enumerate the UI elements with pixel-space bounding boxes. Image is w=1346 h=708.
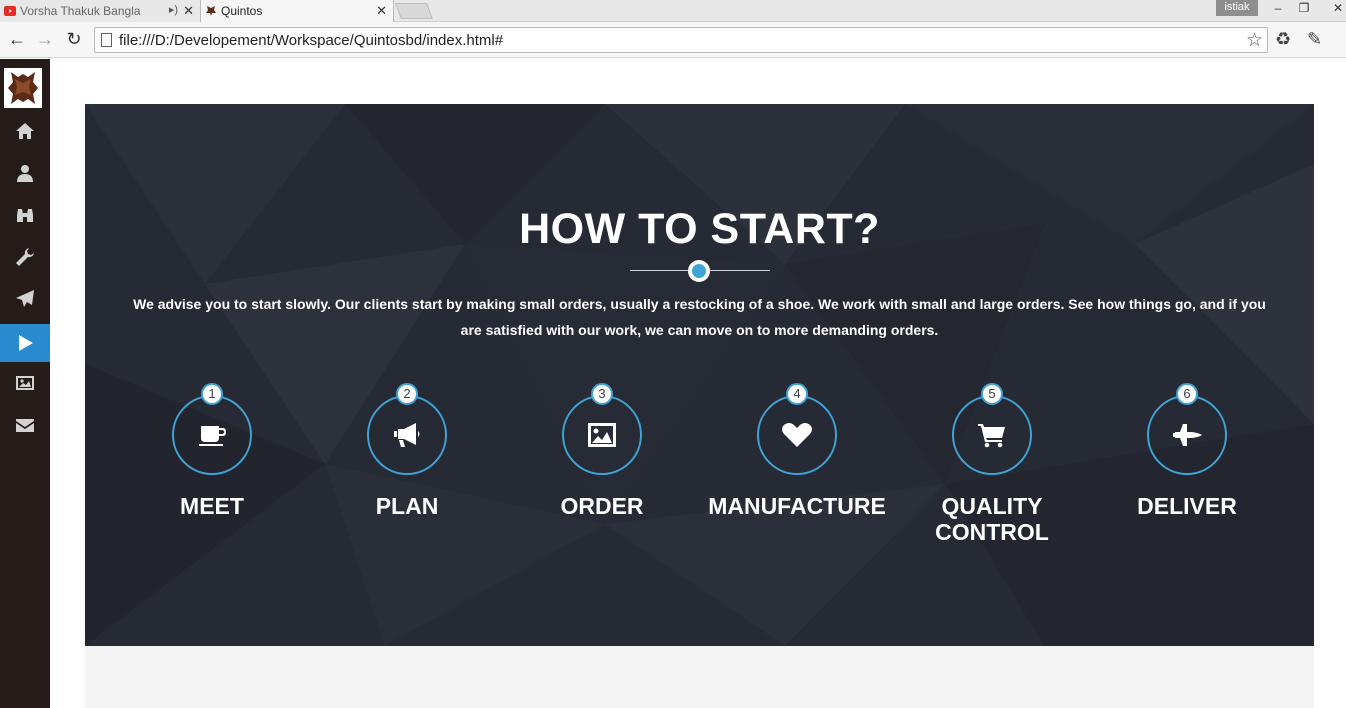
- close-window-icon[interactable]: ✕: [1328, 0, 1346, 16]
- recycle-extension-icon[interactable]: ♻: [1275, 29, 1291, 50]
- nav-services[interactable]: [0, 238, 50, 276]
- new-tab-button[interactable]: [395, 3, 433, 19]
- leather-hide-logo-icon: [8, 72, 38, 104]
- paper-plane-icon: [16, 290, 34, 307]
- nav-send[interactable]: [0, 280, 50, 318]
- heart-icon: [782, 423, 812, 447]
- step-circle: [562, 395, 642, 475]
- step-circle: [172, 395, 252, 475]
- envelope-icon: [16, 419, 34, 432]
- next-section: [85, 646, 1314, 708]
- step-label: QUALITY CONTROL: [935, 493, 1049, 545]
- step-number: 4: [786, 383, 808, 405]
- address-bar[interactable]: file:///D:/Developement/Workspace/Quinto…: [94, 27, 1268, 53]
- image-icon: [16, 376, 34, 390]
- leather-hide-icon: [206, 6, 216, 16]
- coffee-icon: [199, 426, 226, 446]
- title-divider-dot: [688, 260, 710, 282]
- youtube-icon: [4, 6, 16, 16]
- step-circle: [952, 395, 1032, 475]
- how-to-start-section: HOW TO START? We advise you to start slo…: [85, 104, 1314, 646]
- step-circle: [1147, 395, 1227, 475]
- binoculars-icon: [17, 209, 33, 222]
- url-text[interactable]: file:///D:/Developement/Workspace/Quinto…: [119, 32, 503, 49]
- close-tab-icon[interactable]: ✕: [376, 3, 387, 19]
- nav-gallery[interactable]: [0, 364, 50, 402]
- step-number: 6: [1176, 383, 1198, 405]
- profile-button[interactable]: istiak: [1216, 0, 1258, 16]
- cart-icon: [978, 424, 1005, 448]
- step-number: 5: [981, 383, 1003, 405]
- nav-contact[interactable]: [0, 406, 50, 444]
- title-divider-left: [630, 270, 690, 271]
- close-tab-icon[interactable]: ✕: [183, 3, 194, 19]
- nav-home[interactable]: [0, 112, 50, 150]
- step-label: DELIVER: [1137, 493, 1237, 519]
- step-label: MANUFACTURE: [708, 493, 886, 519]
- space-shuttle-icon: [1173, 424, 1202, 446]
- browser-tab-bar: Vorsha Thakuk Bangla ▸) ✕ Quintos ✕ isti…: [0, 0, 1346, 22]
- bookmark-star-icon[interactable]: ☆: [1246, 29, 1263, 52]
- step-label: MEET: [180, 493, 244, 519]
- nav-vision[interactable]: [0, 196, 50, 234]
- site-logo[interactable]: [4, 68, 42, 108]
- browser-tab-title: Vorsha Thakuk Bangla: [20, 4, 141, 18]
- bullhorn-icon: [394, 423, 420, 447]
- polygon-background: [85, 104, 1314, 646]
- browser-tab-title: Quintos: [221, 4, 263, 18]
- nav-about[interactable]: [0, 154, 50, 192]
- wrench-icon: [16, 248, 34, 266]
- step-circle: [367, 395, 447, 475]
- step-number: 2: [396, 383, 418, 405]
- browser-toolbar: ← → ↻ file:///D:/Developement/Workspace/…: [0, 22, 1346, 58]
- title-divider-right: [710, 270, 770, 271]
- minimize-icon[interactable]: –: [1268, 0, 1288, 16]
- step-label: ORDER: [560, 493, 644, 519]
- forward-icon[interactable]: →: [34, 29, 56, 49]
- side-navigation: [0, 59, 50, 708]
- step-circle: [757, 395, 837, 475]
- user-icon: [17, 165, 33, 182]
- play-icon: [19, 335, 33, 351]
- section-description: We advise you to start slowly. Our clien…: [133, 296, 1266, 338]
- step-label: PLAN: [375, 493, 439, 519]
- reload-icon[interactable]: ↻: [63, 29, 85, 49]
- restore-icon[interactable]: ❐: [1294, 0, 1314, 16]
- picture-icon: [588, 423, 616, 447]
- step-number: 3: [591, 383, 613, 405]
- pen-extension-icon[interactable]: ✎: [1307, 29, 1322, 50]
- browser-tab[interactable]: Vorsha Thakuk Bangla ▸) ✕: [0, 0, 200, 22]
- speaker-icon[interactable]: ▸): [169, 3, 178, 16]
- home-icon: [16, 123, 34, 139]
- step-number: 1: [201, 383, 223, 405]
- section-title: HOW TO START?: [519, 205, 880, 253]
- nav-how-to-start[interactable]: [0, 324, 50, 362]
- back-icon[interactable]: ←: [6, 29, 28, 49]
- page-icon: [101, 33, 112, 47]
- browser-tab-active[interactable]: Quintos ✕: [200, 0, 394, 22]
